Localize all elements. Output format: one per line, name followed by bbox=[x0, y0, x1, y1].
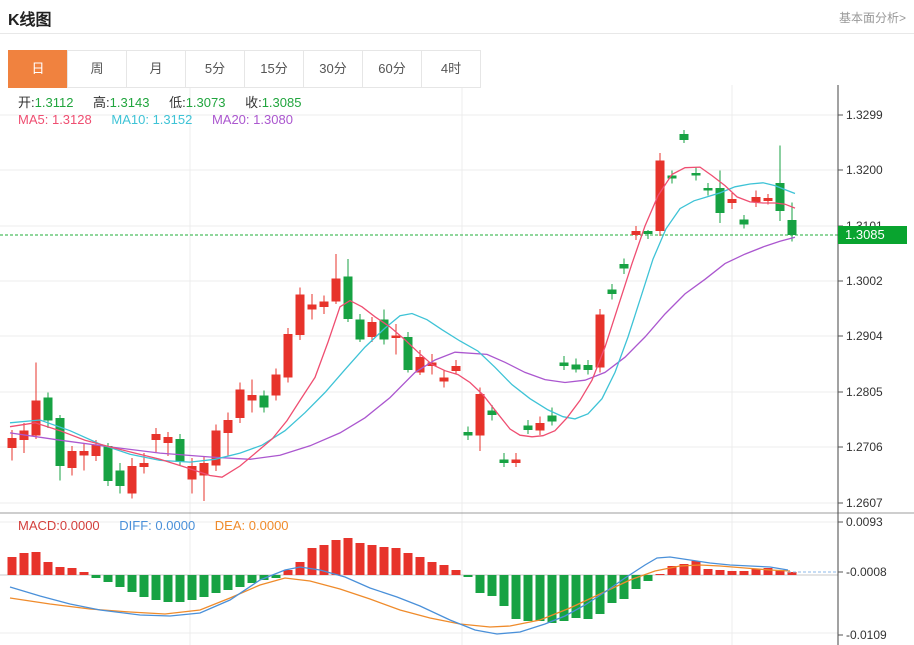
y-axis-label: 1.2805 bbox=[846, 384, 910, 400]
macd-value: 0.0000 bbox=[60, 518, 100, 533]
y-axis-label: 1.3299 bbox=[846, 107, 910, 123]
y-axis-label: -0.0008 bbox=[846, 564, 910, 580]
y-axis-label: 0.0093 bbox=[846, 514, 910, 530]
ma10-label: MA10: bbox=[111, 112, 149, 127]
tab-日[interactable]: 日 bbox=[8, 50, 68, 88]
y-axis-label: 1.3200 bbox=[846, 162, 910, 178]
macd-readout: MACD:0.0000 DIFF: 0.0000 DEA: 0.0000 bbox=[18, 518, 305, 533]
tab-15分[interactable]: 15分 bbox=[244, 50, 304, 88]
ma10-value: 1.3152 bbox=[153, 112, 193, 127]
low-label: 低: bbox=[169, 95, 186, 110]
period-tabbar: 日周月5分15分30分60分4时 bbox=[8, 50, 481, 88]
page-title: K线图 bbox=[8, 6, 52, 30]
y-axis-label: 1.2607 bbox=[846, 495, 910, 511]
ma20-value: 1.3080 bbox=[253, 112, 293, 127]
high-label: 高: bbox=[93, 95, 110, 110]
low-value: 1.3073 bbox=[186, 95, 226, 110]
ma20-label: MA20: bbox=[212, 112, 250, 127]
y-axis-label: 1.2904 bbox=[846, 328, 910, 344]
ohlc-readout: 开:1.3112 高:1.3143 低:1.3073 收:1.3085 bbox=[18, 92, 317, 111]
tab-30分[interactable]: 30分 bbox=[303, 50, 363, 88]
fundamental-analysis-link[interactable]: 基本面分析> bbox=[839, 9, 906, 26]
tab-60分[interactable]: 60分 bbox=[362, 50, 422, 88]
diff-label: DIFF: bbox=[119, 518, 152, 533]
ma10-line bbox=[10, 183, 795, 462]
close-label: 收: bbox=[245, 95, 262, 110]
macd-label: MACD: bbox=[18, 518, 60, 533]
tab-4时[interactable]: 4时 bbox=[421, 50, 481, 88]
open-label: 开: bbox=[18, 95, 35, 110]
current-price-badge: 1.3085 bbox=[838, 226, 907, 244]
y-axis-label: 1.3002 bbox=[846, 273, 910, 289]
tab-月[interactable]: 月 bbox=[126, 50, 186, 88]
close-value: 1.3085 bbox=[262, 95, 302, 110]
tab-5分[interactable]: 5分 bbox=[185, 50, 245, 88]
ma5-value: 1.3128 bbox=[52, 112, 92, 127]
diff-value: 0.0000 bbox=[155, 518, 195, 533]
header-divider bbox=[0, 33, 914, 34]
y-axis-label: -0.0109 bbox=[846, 627, 910, 643]
tab-周[interactable]: 周 bbox=[67, 50, 127, 88]
ma-readout: MA5: 1.3128 MA10: 1.3152 MA20: 1.3080 bbox=[18, 112, 309, 127]
y-axis-label: 1.2706 bbox=[846, 439, 910, 455]
dea-value: 0.0000 bbox=[249, 518, 289, 533]
kline-page: { "header": { "title": "K线图", "link": "基… bbox=[0, 0, 914, 645]
open-value: 1.3112 bbox=[35, 95, 74, 110]
ma5-label: MA5: bbox=[18, 112, 48, 127]
ma20-line bbox=[10, 237, 795, 459]
dea-label: DEA: bbox=[215, 518, 245, 533]
high-value: 1.3143 bbox=[110, 95, 150, 110]
